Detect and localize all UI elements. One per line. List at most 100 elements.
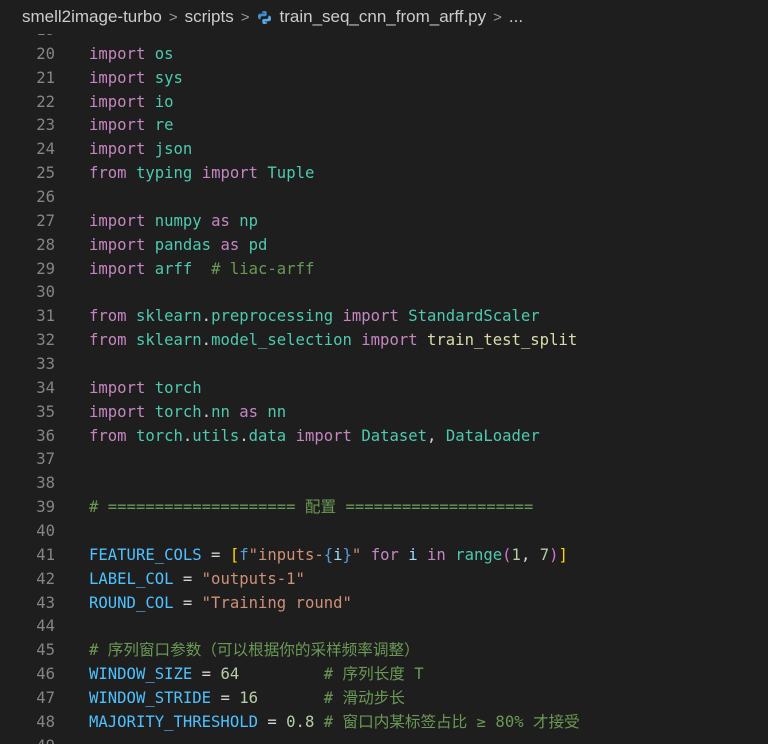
code-line[interactable]: 22 import io xyxy=(0,91,768,115)
code-line[interactable]: 30 xyxy=(0,281,768,305)
code-token: . xyxy=(182,426,193,445)
code-token: { xyxy=(323,545,334,564)
code-token: io xyxy=(154,92,174,111)
code-token: import xyxy=(89,402,146,421)
code-line[interactable]: 26 xyxy=(0,186,768,210)
code-text: # ==================== 配置 ==============… xyxy=(89,496,533,520)
code-line[interactable]: 38 xyxy=(0,472,768,496)
code-text: WINDOW_STRIDE = 16 # 滑动步长 xyxy=(89,687,405,711)
code-line[interactable]: 47 WINDOW_STRIDE = 16 # 滑动步长 xyxy=(0,687,768,711)
code-text: from sklearn.model_selection import trai… xyxy=(89,329,577,353)
breadcrumb-item-project[interactable]: smell2image-turbo xyxy=(22,7,162,27)
code-token: import xyxy=(89,44,146,63)
code-line[interactable]: 40 xyxy=(0,520,768,544)
line-number: 37 xyxy=(36,450,55,469)
code-token: preprocessing xyxy=(211,307,334,326)
line-number: 32 xyxy=(36,331,55,350)
line-number: 34 xyxy=(36,378,55,397)
code-token: 64 xyxy=(220,665,240,684)
code-token: from xyxy=(89,331,127,350)
code-line[interactable]: 31 from sklearn.preprocessing import Stan… xyxy=(0,305,768,329)
code-token: # liac-arff xyxy=(211,259,315,278)
code-token: as xyxy=(220,235,240,254)
line-number: 48 xyxy=(36,712,55,731)
code-token: ROUND_COL xyxy=(89,593,174,612)
code-text: import json xyxy=(89,138,192,162)
code-line[interactable]: 44 xyxy=(0,615,768,639)
code-text: LABEL_COL = "outputs-1" xyxy=(89,568,305,592)
breadcrumb-item-folder[interactable]: scripts xyxy=(185,7,234,27)
code-text: from sklearn.preprocessing import Standa… xyxy=(89,305,540,329)
code-token: WINDOW_SIZE xyxy=(89,665,193,684)
line-number: 30 xyxy=(36,283,55,302)
code-token: # 序列窗口参数（可以根据你的采样频率调整） xyxy=(89,641,420,660)
code-line[interactable]: 36 from torch.utils.data import Dataset, … xyxy=(0,425,768,449)
code-token: import xyxy=(89,140,146,159)
code-text: import torch xyxy=(89,377,202,401)
breadcrumb-item-file[interactable]: train_seq_cnn_from_arff.py xyxy=(280,7,487,27)
code-token: import xyxy=(89,235,146,254)
code-token: np xyxy=(239,211,259,230)
code-line[interactable]: 24 import json xyxy=(0,138,768,162)
code-line[interactable]: 21 import sys xyxy=(0,67,768,91)
code-line[interactable]: 43 ROUND_COL = "Training round" xyxy=(0,592,768,616)
code-editor[interactable]: 1920import os21import sys22import io23im… xyxy=(0,34,768,744)
code-line[interactable]: 37 xyxy=(0,448,768,472)
code-line[interactable]: 23 import re xyxy=(0,114,768,138)
line-number: 41 xyxy=(36,545,55,564)
code-line[interactable]: 39 # ==================== 配置 ============… xyxy=(0,496,768,520)
code-token: model_selection xyxy=(211,331,352,350)
code-token: 0.8 xyxy=(286,712,315,731)
code-lines: 1920import os21import sys22import io23im… xyxy=(0,34,768,744)
code-token: # 滑动步长 xyxy=(323,689,405,708)
line-number: 40 xyxy=(36,522,55,541)
code-token: [ xyxy=(229,545,240,564)
code-line[interactable]: 35 import torch.nn as nn xyxy=(0,401,768,425)
code-token: "outputs-1" xyxy=(201,569,305,588)
code-token: range xyxy=(455,545,503,564)
code-line[interactable]: 32 from sklearn.model_selection import tr… xyxy=(0,329,768,353)
code-token: = xyxy=(173,593,202,612)
code-line[interactable]: 20 import os xyxy=(0,43,768,67)
code-line[interactable]: 27 import numpy as np xyxy=(0,210,768,234)
code-token: ) xyxy=(549,545,559,564)
code-line[interactable]: 34 import torch xyxy=(0,377,768,401)
code-text: # 序列窗口参数（可以根据你的采样频率调整） xyxy=(89,639,420,663)
breadcrumb-item-symbols[interactable]: ... xyxy=(509,7,523,27)
code-token: import xyxy=(89,116,146,135)
code-text: import sys xyxy=(89,67,183,91)
code-line[interactable]: 41 FEATURE_COLS = [f"inputs-{i}" for i in… xyxy=(0,544,768,568)
code-line[interactable]: 28 import pandas as pd xyxy=(0,234,768,258)
code-line[interactable]: 19 xyxy=(0,34,768,43)
code-token: f xyxy=(239,545,249,564)
code-token: sklearn xyxy=(135,307,202,326)
code-line[interactable]: 33 xyxy=(0,353,768,377)
code-token: typing xyxy=(135,164,193,183)
code-token: as xyxy=(211,211,230,230)
code-line[interactable]: 49 xyxy=(0,735,768,744)
code-line[interactable]: 25 from typing import Tuple xyxy=(0,162,768,186)
code-text: ROUND_COL = "Training round" xyxy=(89,592,352,616)
code-token: in xyxy=(427,545,446,564)
line-number: 27 xyxy=(36,211,55,230)
code-line[interactable]: 29 import arff # liac-arff xyxy=(0,258,768,282)
code-line[interactable]: 45 # 序列窗口参数（可以根据你的采样频率调整） xyxy=(0,639,768,663)
code-line[interactable]: 48 MAJORITY_THRESHOLD = 0.8 # 窗口内某标签占比 ≥ … xyxy=(0,711,768,735)
code-line[interactable]: 42 LABEL_COL = "outputs-1" xyxy=(0,568,768,592)
code-token: ( xyxy=(502,545,512,564)
code-line[interactable]: 46 WINDOW_SIZE = 64 # 序列长度 T xyxy=(0,663,768,687)
